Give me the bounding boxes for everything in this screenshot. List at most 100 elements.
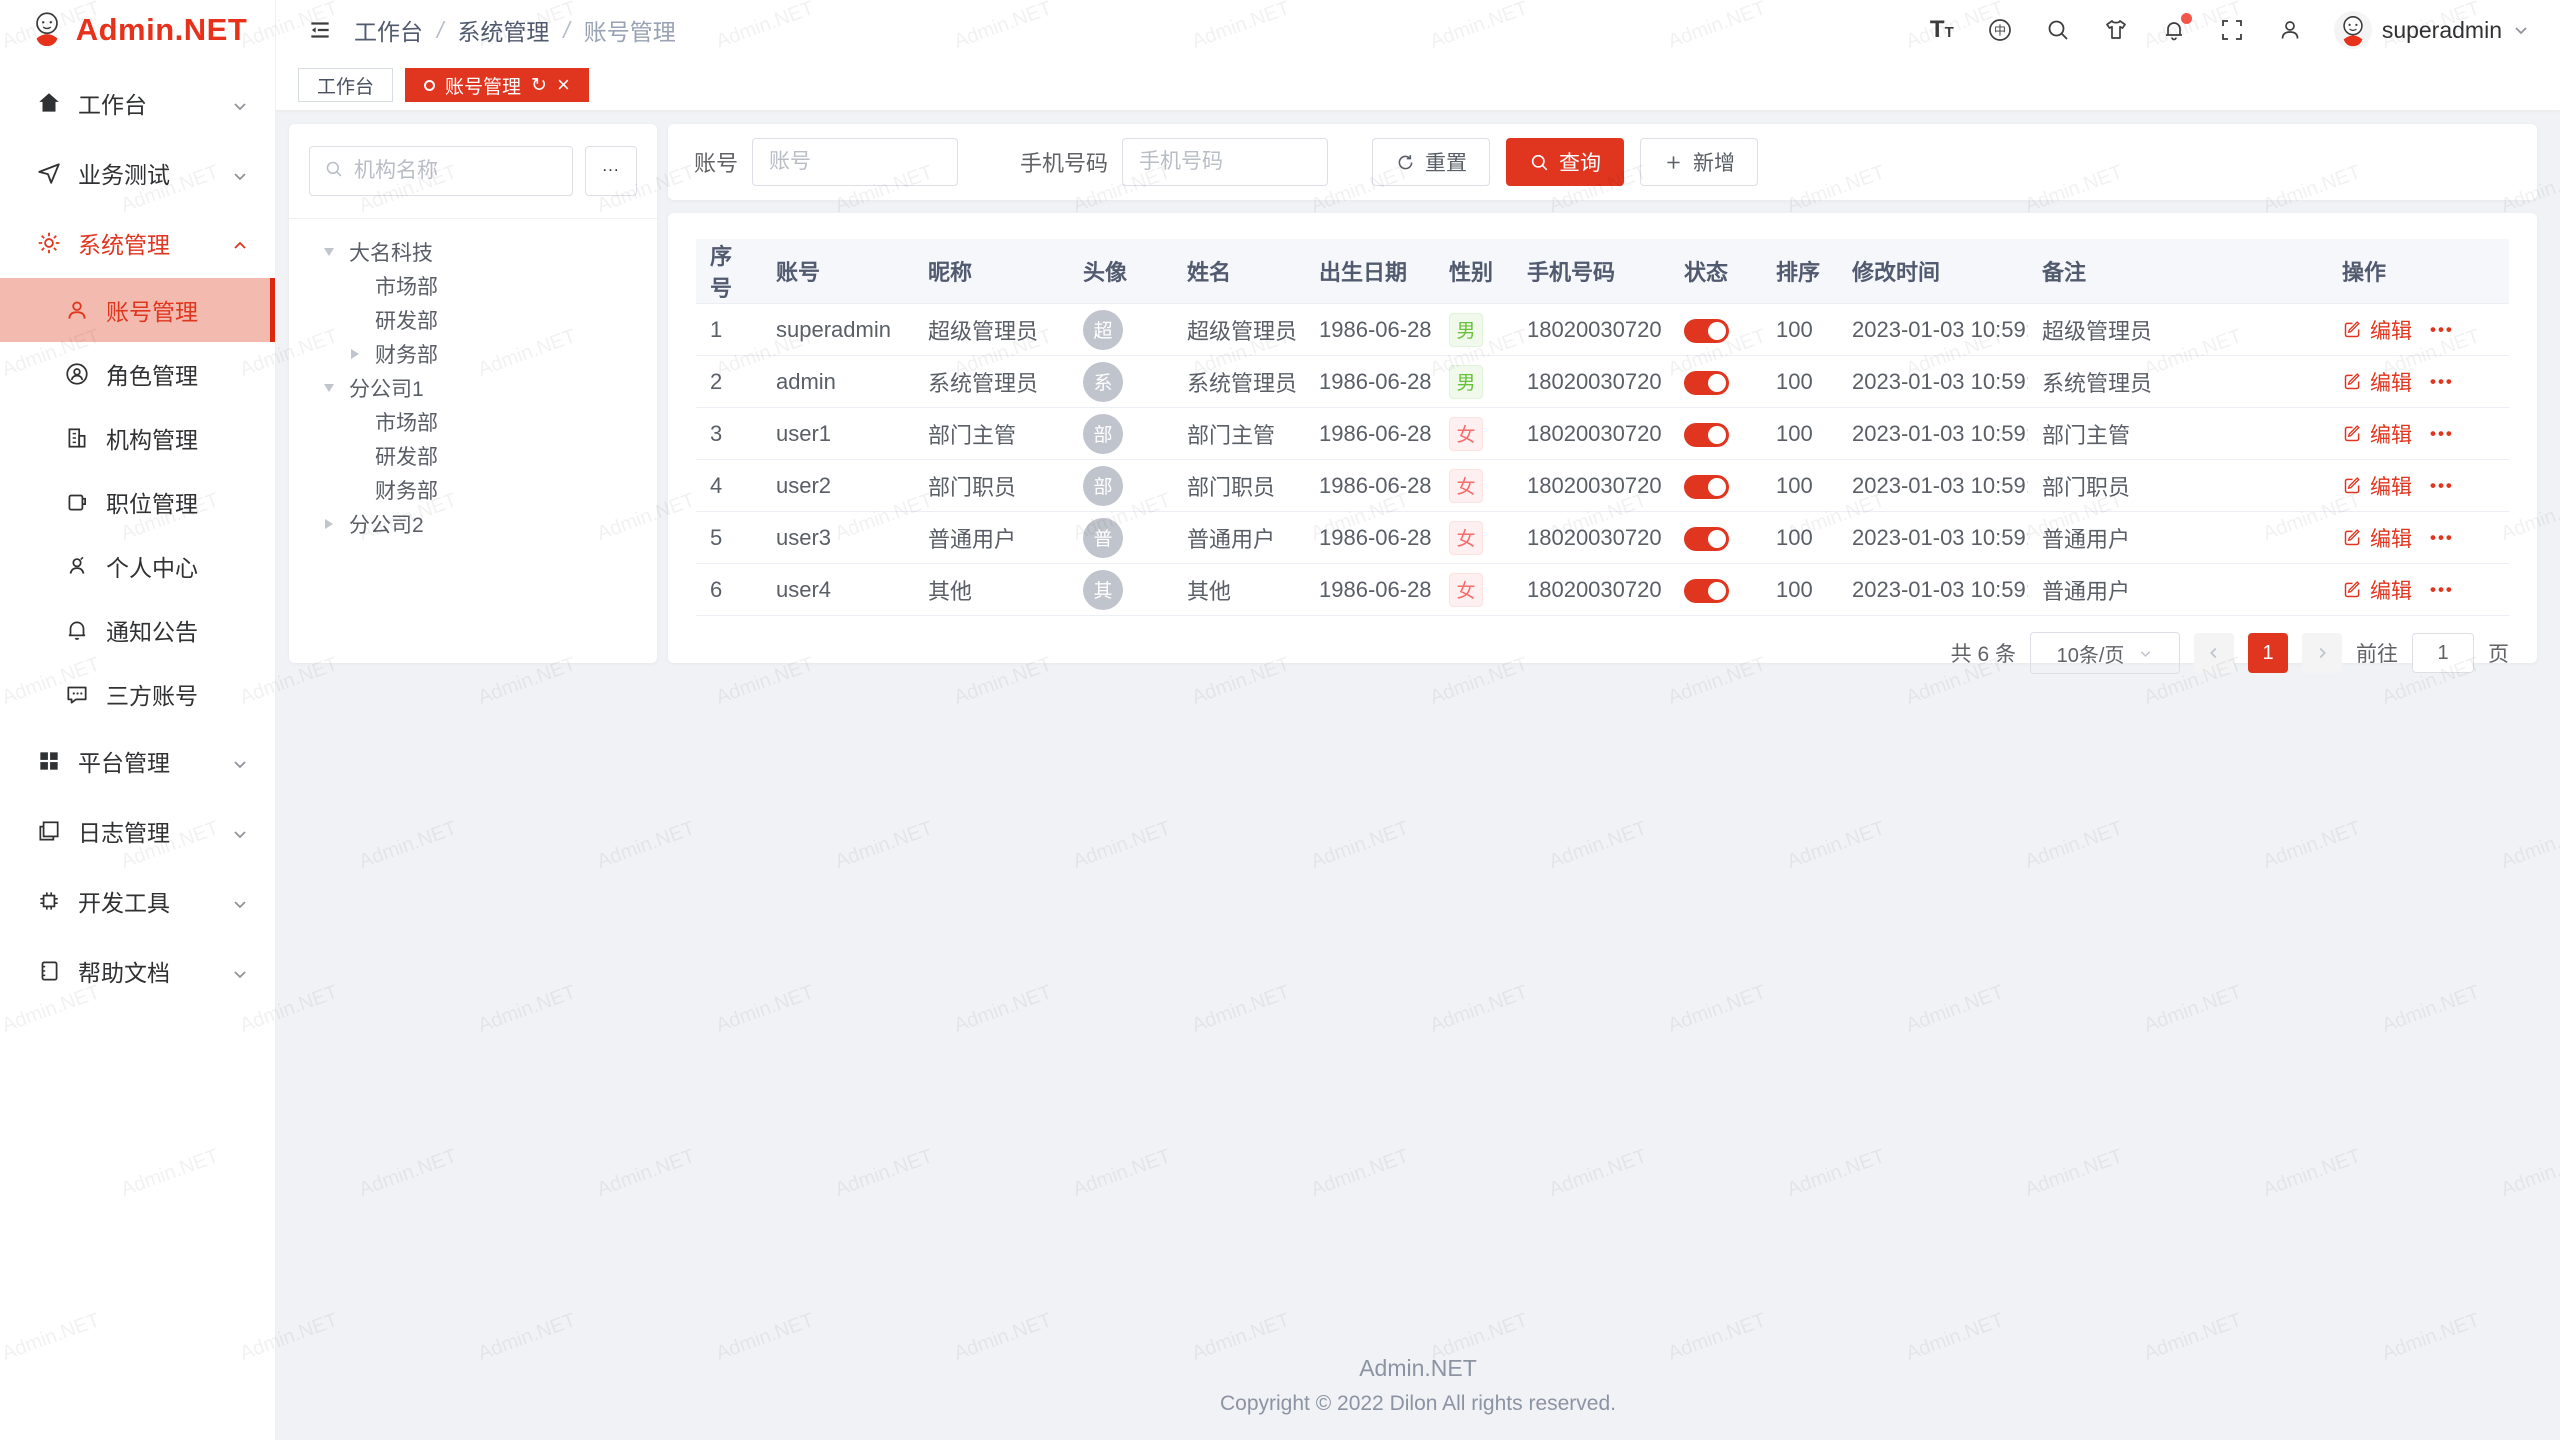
cell-birth-date: 1986-06-28: [1305, 304, 1435, 356]
column-header: 姓名: [1173, 239, 1305, 304]
gender-tag: 女: [1449, 521, 1483, 555]
theme-icon[interactable]: [2102, 16, 2130, 44]
more-actions-button[interactable]: •••: [2430, 320, 2454, 340]
caret-icon[interactable]: [325, 519, 349, 529]
tree-item[interactable]: 研发部: [297, 439, 649, 473]
logo[interactable]: Admin.NET: [0, 0, 275, 60]
cell-index: 4: [696, 460, 762, 512]
edit-icon: [2342, 475, 2363, 496]
sidebar-item-help-docs[interactable]: 帮助文档: [0, 936, 275, 1006]
edit-button[interactable]: 编辑: [2342, 575, 2412, 605]
goto-page-input[interactable]: [2412, 633, 2474, 673]
more-actions-button[interactable]: •••: [2430, 424, 2454, 444]
cell-name: 其他: [1173, 564, 1305, 616]
more-actions-button[interactable]: •••: [2430, 372, 2454, 392]
column-header: 修改时间: [1838, 239, 2028, 304]
tree-item[interactable]: 财务部: [297, 337, 649, 371]
sidebar-item-log-mgmt[interactable]: 日志管理: [0, 796, 275, 866]
tree-item[interactable]: 分公司1: [297, 371, 649, 405]
org-search-input[interactable]: [354, 159, 558, 183]
reset-button[interactable]: 重置: [1372, 138, 1490, 186]
chevron-down-icon: [2138, 646, 2153, 661]
caret-icon[interactable]: [325, 247, 349, 257]
breadcrumb-item[interactable]: 系统管理: [457, 13, 549, 47]
collapse-sidebar-icon[interactable]: [306, 16, 334, 44]
status-toggle[interactable]: [1684, 319, 1729, 343]
cell-sort: 100: [1762, 564, 1838, 616]
sidebar-item-thirdparty[interactable]: 三方账号: [0, 662, 275, 726]
cell-modified-time: 2023-01-03 10:59:44: [1838, 512, 2028, 564]
next-page-button[interactable]: [2302, 633, 2342, 673]
cell-gender: 男: [1435, 304, 1513, 356]
sidebar-item-dev-tools[interactable]: 开发工具: [0, 866, 275, 936]
column-header: 昵称: [914, 239, 1069, 304]
footer-app-name: Admin.NET: [276, 1355, 2560, 1382]
cell-nickname: 部门主管: [914, 408, 1069, 460]
search-icon: [324, 159, 344, 184]
page-size-select[interactable]: 10条/页: [2030, 632, 2180, 674]
more-actions-button[interactable]: •••: [2430, 528, 2454, 548]
sidebar-item-profile-center[interactable]: 个人中心: [0, 534, 275, 598]
cell-phone: 18020030720: [1513, 408, 1670, 460]
sidebar-item-workbench[interactable]: 工作台: [0, 68, 275, 138]
status-toggle[interactable]: [1684, 579, 1729, 603]
org-search-box: [309, 146, 573, 196]
cell-index: 3: [696, 408, 762, 460]
more-actions-button[interactable]: •••: [2430, 476, 2454, 496]
search-button[interactable]: 查询: [1506, 138, 1624, 186]
page-number-button[interactable]: 1: [2248, 633, 2288, 673]
tab-workbench[interactable]: 工作台: [298, 68, 393, 102]
chevron-up-icon: [231, 234, 249, 252]
sidebar-item-business-test[interactable]: 业务测试: [0, 138, 275, 208]
fullscreen-icon[interactable]: [2218, 16, 2246, 44]
status-toggle[interactable]: [1684, 475, 1729, 499]
sidebar-item-system-mgmt[interactable]: 系统管理: [0, 208, 275, 278]
chevron-down-icon: [2512, 21, 2530, 39]
close-icon[interactable]: ×: [557, 74, 570, 96]
edit-button[interactable]: 编辑: [2342, 471, 2412, 501]
sidebar-item-org-mgmt[interactable]: 机构管理: [0, 406, 275, 470]
status-toggle[interactable]: [1684, 423, 1729, 447]
font-size-icon[interactable]: TT: [1928, 16, 1956, 44]
sidebar-item-notice[interactable]: 通知公告: [0, 598, 275, 662]
breadcrumb-item[interactable]: 工作台: [354, 13, 423, 47]
tree-item[interactable]: 大名科技: [297, 235, 649, 269]
sidebar-item-role-mgmt[interactable]: 角色管理: [0, 342, 275, 406]
add-button[interactable]: 新增: [1640, 138, 1758, 186]
account-input[interactable]: [752, 138, 958, 186]
avatar: 超: [1083, 310, 1123, 350]
tree-item[interactable]: 分公司2: [297, 507, 649, 541]
table-row: 2admin系统管理员系系统管理员1986-06-28男180200307201…: [696, 356, 2509, 408]
filter-bar: 账号 手机号码 重置 查询 新增: [668, 124, 2537, 200]
sidebar-item-account-mgmt[interactable]: 账号管理: [0, 278, 275, 342]
caret-icon[interactable]: [351, 349, 375, 359]
edit-button[interactable]: 编辑: [2342, 315, 2412, 345]
notification-badge: [2181, 13, 2192, 24]
bell-icon[interactable]: [2160, 16, 2188, 44]
user-icon[interactable]: [2276, 16, 2304, 44]
edit-button[interactable]: 编辑: [2342, 523, 2412, 553]
user-menu[interactable]: superadmin: [2334, 11, 2530, 49]
status-toggle[interactable]: [1684, 527, 1729, 551]
tree-item[interactable]: 市场部: [297, 405, 649, 439]
more-actions-button[interactable]: •••: [2430, 580, 2454, 600]
edit-button[interactable]: 编辑: [2342, 419, 2412, 449]
cell-avatar: 普: [1069, 512, 1173, 564]
sidebar-item-position-mgmt[interactable]: 职位管理: [0, 470, 275, 534]
tab-account-mgmt[interactable]: 账号管理 ↻ ×: [405, 68, 589, 102]
tree-item[interactable]: 研发部: [297, 303, 649, 337]
edit-button[interactable]: 编辑: [2342, 367, 2412, 397]
org-more-button[interactable]: ...: [585, 146, 637, 196]
status-toggle[interactable]: [1684, 371, 1729, 395]
caret-icon[interactable]: [325, 383, 349, 393]
tree-item[interactable]: 财务部: [297, 473, 649, 507]
phone-input[interactable]: [1122, 138, 1328, 186]
prev-page-button[interactable]: [2194, 633, 2234, 673]
cell-sort: 100: [1762, 356, 1838, 408]
tree-item[interactable]: 市场部: [297, 269, 649, 303]
refresh-icon[interactable]: ↻: [531, 76, 547, 95]
table-row: 1superadmin超级管理员超超级管理员1986-06-28男1802003…: [696, 304, 2509, 356]
search-icon[interactable]: [2044, 16, 2072, 44]
language-icon[interactable]: 中: [1986, 16, 2014, 44]
sidebar-item-platform-mgmt[interactable]: 平台管理: [0, 726, 275, 796]
